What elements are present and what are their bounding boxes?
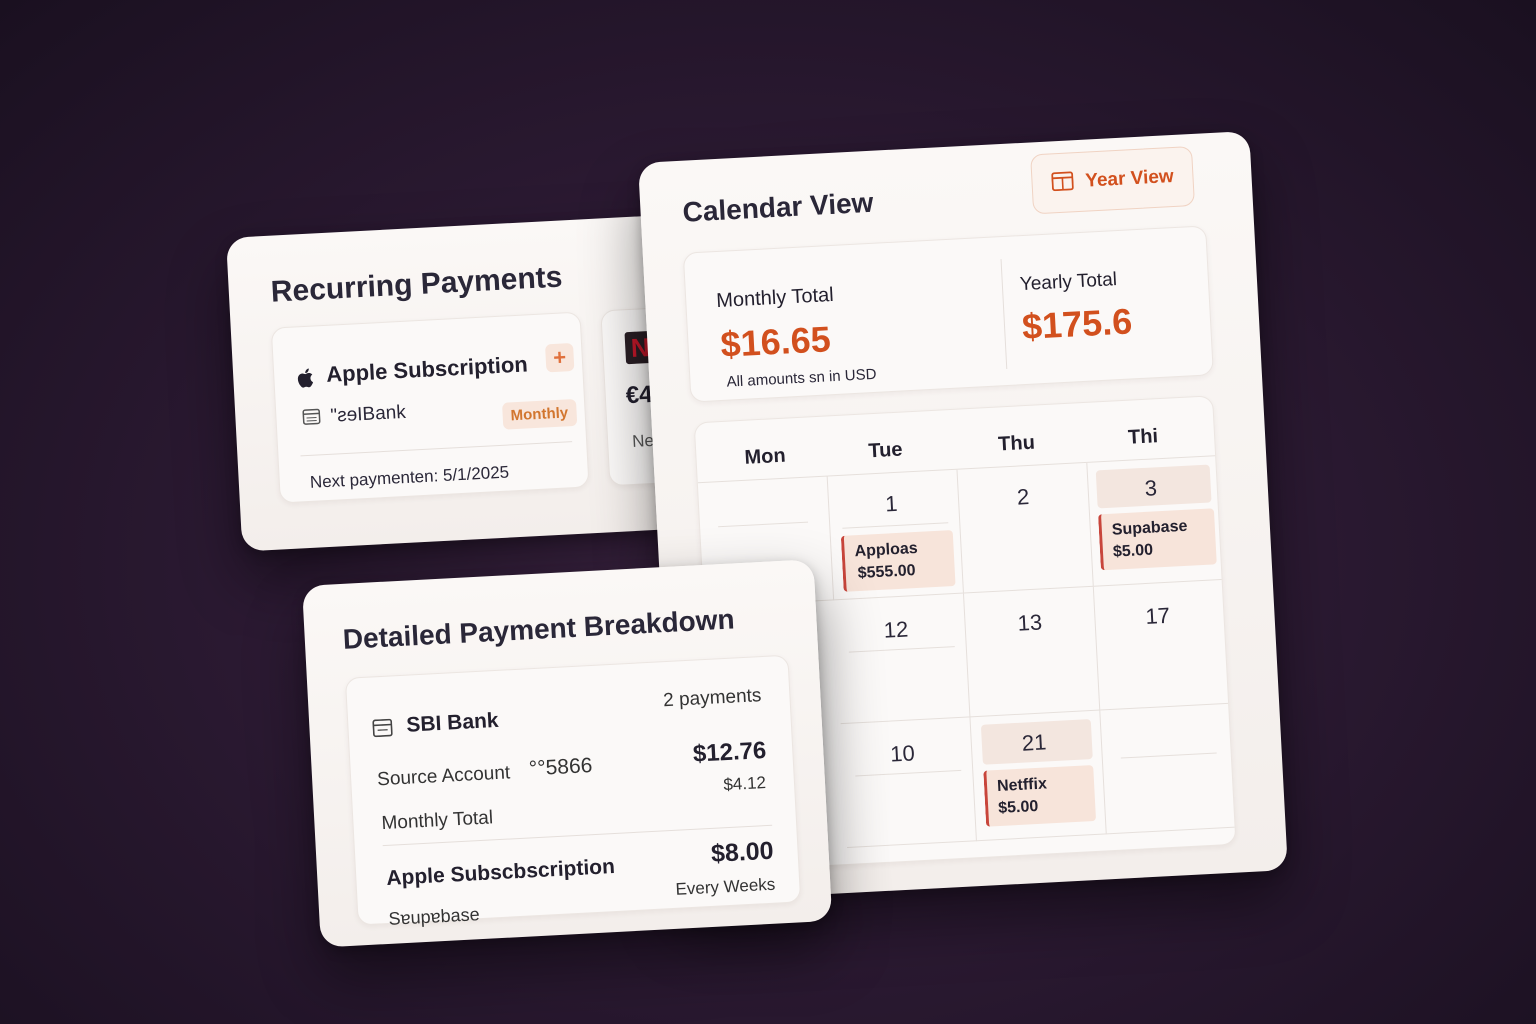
frequency-badge: Monthly: [502, 398, 577, 430]
sub-amount: $4.12: [722, 773, 767, 795]
calendar-cell-day-10[interactable]: 10: [840, 717, 977, 848]
plus-icon: +: [552, 344, 567, 371]
calendar-cell-day-1[interactable]: 1 Apploas $555.00: [827, 469, 964, 601]
cell-divider: [842, 522, 949, 529]
event-supabase[interactable]: Supabase $5.00: [1098, 508, 1217, 571]
calendar-cell-day-12[interactable]: 12: [834, 593, 971, 725]
totals-summary: Monthly Total $16.65 All amounts sn in U…: [682, 225, 1214, 403]
day-number: 3: [1144, 475, 1158, 501]
event-netffix[interactable]: Netffix $5.00: [983, 765, 1097, 827]
divider: [300, 441, 573, 457]
weekday-thi: Thi: [1127, 425, 1159, 449]
currency-note: All amounts sn in USD: [726, 365, 877, 391]
calendar-icon: [1051, 170, 1074, 196]
day-number: 12: [883, 616, 909, 643]
source-account-label: Source Account: [376, 762, 511, 791]
calendar-cell-day-2[interactable]: 2: [957, 462, 1094, 594]
apple-subscription-name: Apple Subscription: [325, 351, 529, 387]
year-view-label: Year View: [1084, 166, 1175, 192]
payment-count: 2 payments: [662, 685, 762, 712]
calendar-title: Calendar View: [681, 186, 875, 228]
day-number: 2: [1016, 483, 1030, 510]
apple-subscription-item[interactable]: Apple Subscription + "ƨɘIBank Monthly Ne…: [270, 311, 590, 504]
weekday-mon: Mon: [744, 444, 787, 469]
weekday-tue: Tue: [867, 438, 904, 463]
day-number: 13: [1016, 609, 1043, 636]
event-apploas[interactable]: Apploas $555.00: [840, 530, 956, 592]
bank-breakdown-section[interactable]: SBI Bank 2 payments Source Account °°586…: [344, 654, 802, 929]
summary-divider: [1000, 259, 1008, 370]
subscription-frequency: Every Weeks: [675, 874, 776, 899]
year-view-button[interactable]: Year View: [1030, 145, 1196, 215]
calendar-cell-day-21[interactable]: 21 Netffix $5.00: [970, 710, 1107, 842]
next-payment-text: Next paymenten: 5/1/2025: [309, 462, 510, 492]
cell-divider: [1120, 752, 1217, 759]
day-number: 21: [1021, 729, 1047, 756]
subscription-name: Apple Subscbscription: [385, 855, 616, 890]
monthly-total-label: Monthly Total: [715, 283, 835, 313]
calendar-cell-day-13[interactable]: 13: [963, 586, 1101, 718]
bank-name: SBI Bank: [405, 708, 500, 737]
yearly-total-value: $175.6: [1021, 300, 1134, 348]
breakdown-title: Detailed Payment Breakdown: [342, 603, 736, 655]
day-number: 1: [884, 490, 899, 517]
calendar-cell-day-17[interactable]: 17: [1093, 579, 1231, 711]
day-number: 10: [889, 740, 916, 767]
event-amount: $5.00: [997, 797, 1039, 818]
monthly-total-value: $16.65: [719, 318, 832, 365]
cell-divider: [855, 769, 962, 777]
bank-card-icon: [302, 408, 321, 430]
event-amount: $555.00: [857, 562, 916, 583]
bank-name: "ƨɘIBank: [329, 401, 407, 427]
payment-breakdown-card: Detailed Payment Breakdown SBI Bank 2 pa…: [302, 559, 833, 948]
apple-icon: [296, 366, 317, 394]
day-number: 17: [1144, 602, 1171, 630]
yearly-total-label: Yearly Total: [1019, 269, 1118, 296]
monthly-total-label: Monthly Total: [380, 807, 494, 835]
weekday-thu: Thu: [997, 431, 1036, 456]
add-button[interactable]: +: [545, 342, 575, 373]
subscription-source: Sɐupɐbase: [388, 904, 481, 929]
calendar-cell-day-3[interactable]: 3 Supabase $5.00: [1087, 456, 1224, 587]
event-amount: $5.00: [1112, 541, 1154, 561]
calendar-cell-empty[interactable]: [1100, 703, 1237, 835]
account-number: °°5866: [528, 754, 593, 781]
cell-divider: [848, 646, 955, 653]
bank-card-icon: [372, 718, 393, 742]
subscription-amount: $8.00: [710, 836, 775, 868]
total-amount: $12.76: [692, 736, 767, 768]
cell-divider: [718, 521, 809, 528]
recurring-title: Recurring Payments: [270, 260, 564, 309]
